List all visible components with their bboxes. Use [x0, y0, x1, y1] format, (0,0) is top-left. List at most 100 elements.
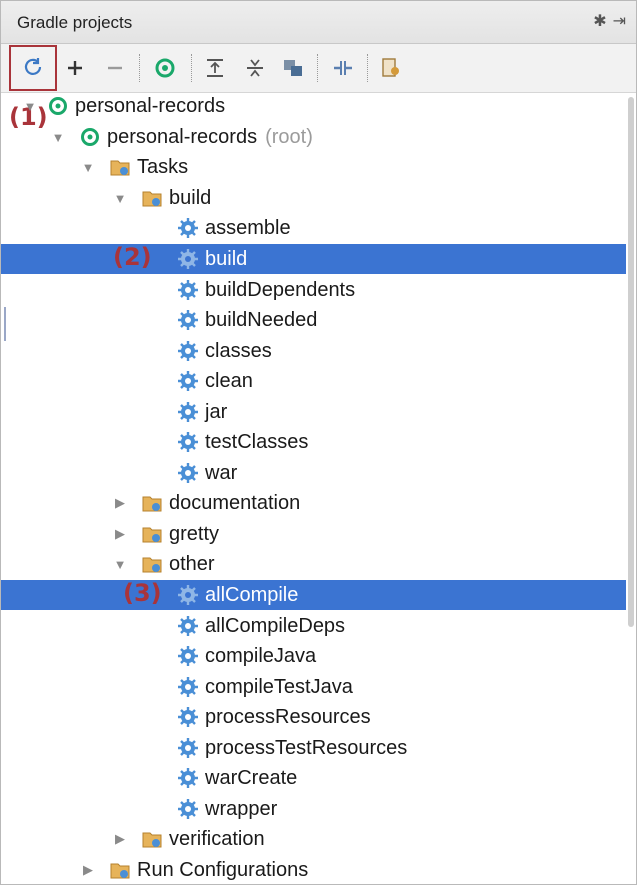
gradle-projects-panel: Gradle projects ✱ ⇥ (1) ▼ personal-recor… [0, 0, 637, 885]
tree-row-task[interactable]: warCreate [1, 763, 626, 793]
tree-label: clean [205, 369, 253, 392]
tree-label: processTestResources [205, 736, 408, 759]
tree-row-task[interactable]: assemble [1, 213, 626, 243]
tree-label: build [205, 247, 248, 270]
tree-row-task[interactable]: testClasses [1, 427, 626, 457]
gradle-settings-icon [382, 58, 399, 77]
tree-label: assemble [205, 216, 291, 239]
tree-row-task[interactable]: jar [1, 397, 626, 427]
expand-arrow-icon[interactable]: ▼ [113, 557, 127, 572]
tree-row-task[interactable]: compileJava [1, 641, 626, 671]
tree-row-task[interactable]: allCompileDeps [1, 611, 626, 641]
tree-row-other-group[interactable]: ▼ other [1, 549, 626, 579]
gear-icon [177, 737, 199, 759]
task-folder-icon [141, 523, 163, 545]
tree-label: documentation [169, 491, 301, 514]
task-folder-icon [141, 553, 163, 575]
callout-3: (3) [123, 579, 162, 607]
tree-label: Run Configurations [137, 858, 309, 881]
gear-icon [177, 309, 199, 331]
tree-row-task[interactable]: clean [1, 366, 626, 396]
expand-arrow-icon[interactable]: ▼ [23, 99, 37, 114]
offline-icon [334, 61, 352, 75]
gradle-run-icon [155, 58, 175, 78]
tree-row-build-group[interactable]: ▼ build [1, 183, 626, 213]
panel-title: Gradle projects [17, 13, 133, 32]
gradle-module-icon [79, 126, 101, 148]
gear-icon [177, 431, 199, 453]
detach-project-button[interactable] [99, 52, 131, 84]
tree-row-task[interactable]: buildDependents [1, 275, 626, 305]
tree-row-task[interactable]: war [1, 458, 626, 488]
expand-all-icon [207, 59, 223, 77]
tree-label: allCompileDeps [205, 614, 346, 637]
settings-gear-icon[interactable]: ✱ [593, 11, 606, 31]
gear-icon [177, 248, 199, 270]
callout-2: (2) [113, 243, 152, 271]
link-project-button[interactable] [59, 52, 91, 84]
tree-label: other [169, 552, 215, 575]
tree-row-documentation-group[interactable]: ▶ documentation [1, 488, 626, 518]
gear-icon [177, 706, 199, 728]
tree-label: build [169, 186, 212, 209]
tree-row-run-configurations[interactable]: ▶ Run Configurations [1, 855, 626, 885]
minus-icon [108, 66, 122, 70]
hide-panel-icon[interactable]: ⇥ [613, 11, 626, 31]
gradle-settings-button[interactable] [375, 52, 407, 84]
gradle-toolbar [1, 44, 636, 93]
tree-row-task-selected[interactable]: (2) build [1, 243, 626, 274]
tree-row-task[interactable]: buildNeeded [1, 305, 626, 335]
root-suffix: (root) [265, 125, 313, 148]
gear-icon [177, 370, 199, 392]
gear-icon [177, 645, 199, 667]
tree-row-task[interactable]: compileTestJava [1, 672, 626, 702]
tree-label: jar [205, 400, 228, 423]
tree-row-task[interactable]: processTestResources [1, 733, 626, 763]
gradle-tree: ▼ personal-records ▼ personal-records (ro… [1, 91, 636, 884]
gear-icon [177, 584, 199, 606]
task-folder-icon [109, 859, 131, 881]
expand-all-button[interactable] [199, 52, 231, 84]
tree-row-task[interactable]: processResources [1, 702, 626, 732]
task-folder-icon [141, 492, 163, 514]
gear-icon [177, 401, 199, 423]
plus-icon [68, 61, 82, 75]
tree-label: testClasses [205, 430, 309, 453]
tree-row-verification-group[interactable]: ▶ verification [1, 824, 626, 854]
tree-row-module[interactable]: ▼ personal-records (root) [1, 122, 626, 152]
gear-icon [177, 217, 199, 239]
task-folder-icon [109, 156, 131, 178]
gear-icon [177, 615, 199, 637]
expand-arrow-icon[interactable]: ▼ [113, 191, 127, 206]
tree-label: buildDependents [205, 278, 356, 301]
task-folder-icon [141, 828, 163, 850]
tree-label: verification [169, 827, 265, 850]
tree-row-tasks[interactable]: ▼ Tasks [1, 152, 626, 182]
tree-label: compileTestJava [205, 675, 353, 698]
collapse-all-button[interactable] [239, 52, 271, 84]
group-tasks-button[interactable] [277, 52, 309, 84]
tree-row-task-selected[interactable]: (3) allCompile [1, 579, 626, 610]
gradle-project-icon [47, 95, 69, 117]
gear-icon [177, 676, 199, 698]
execute-task-button[interactable] [149, 52, 181, 84]
expand-arrow-icon[interactable]: ▼ [51, 130, 65, 145]
tree-row-gretty-group[interactable]: ▶ gretty [1, 519, 626, 549]
tree-row-task[interactable]: classes [1, 336, 626, 366]
collapsed-arrow-icon[interactable]: ▶ [113, 526, 127, 541]
task-folder-icon [141, 187, 163, 209]
collapsed-arrow-icon[interactable]: ▶ [113, 495, 127, 510]
group-icon [284, 60, 302, 76]
tree-label: personal-records [107, 125, 258, 148]
collapsed-arrow-icon[interactable]: ▶ [113, 831, 127, 846]
tree-label: Tasks [137, 155, 189, 178]
tree-row-task[interactable]: wrapper [1, 794, 626, 824]
expand-arrow-icon[interactable]: ▼ [81, 160, 95, 175]
tree-label: allCompile [205, 583, 299, 606]
toggle-offline-button[interactable] [327, 52, 359, 84]
tree-label: warCreate [205, 766, 298, 789]
tree-row-project[interactable]: ▼ personal-records [1, 91, 626, 121]
tree-label: processResources [205, 705, 371, 728]
gear-icon [177, 767, 199, 789]
collapsed-arrow-icon[interactable]: ▶ [81, 862, 95, 877]
